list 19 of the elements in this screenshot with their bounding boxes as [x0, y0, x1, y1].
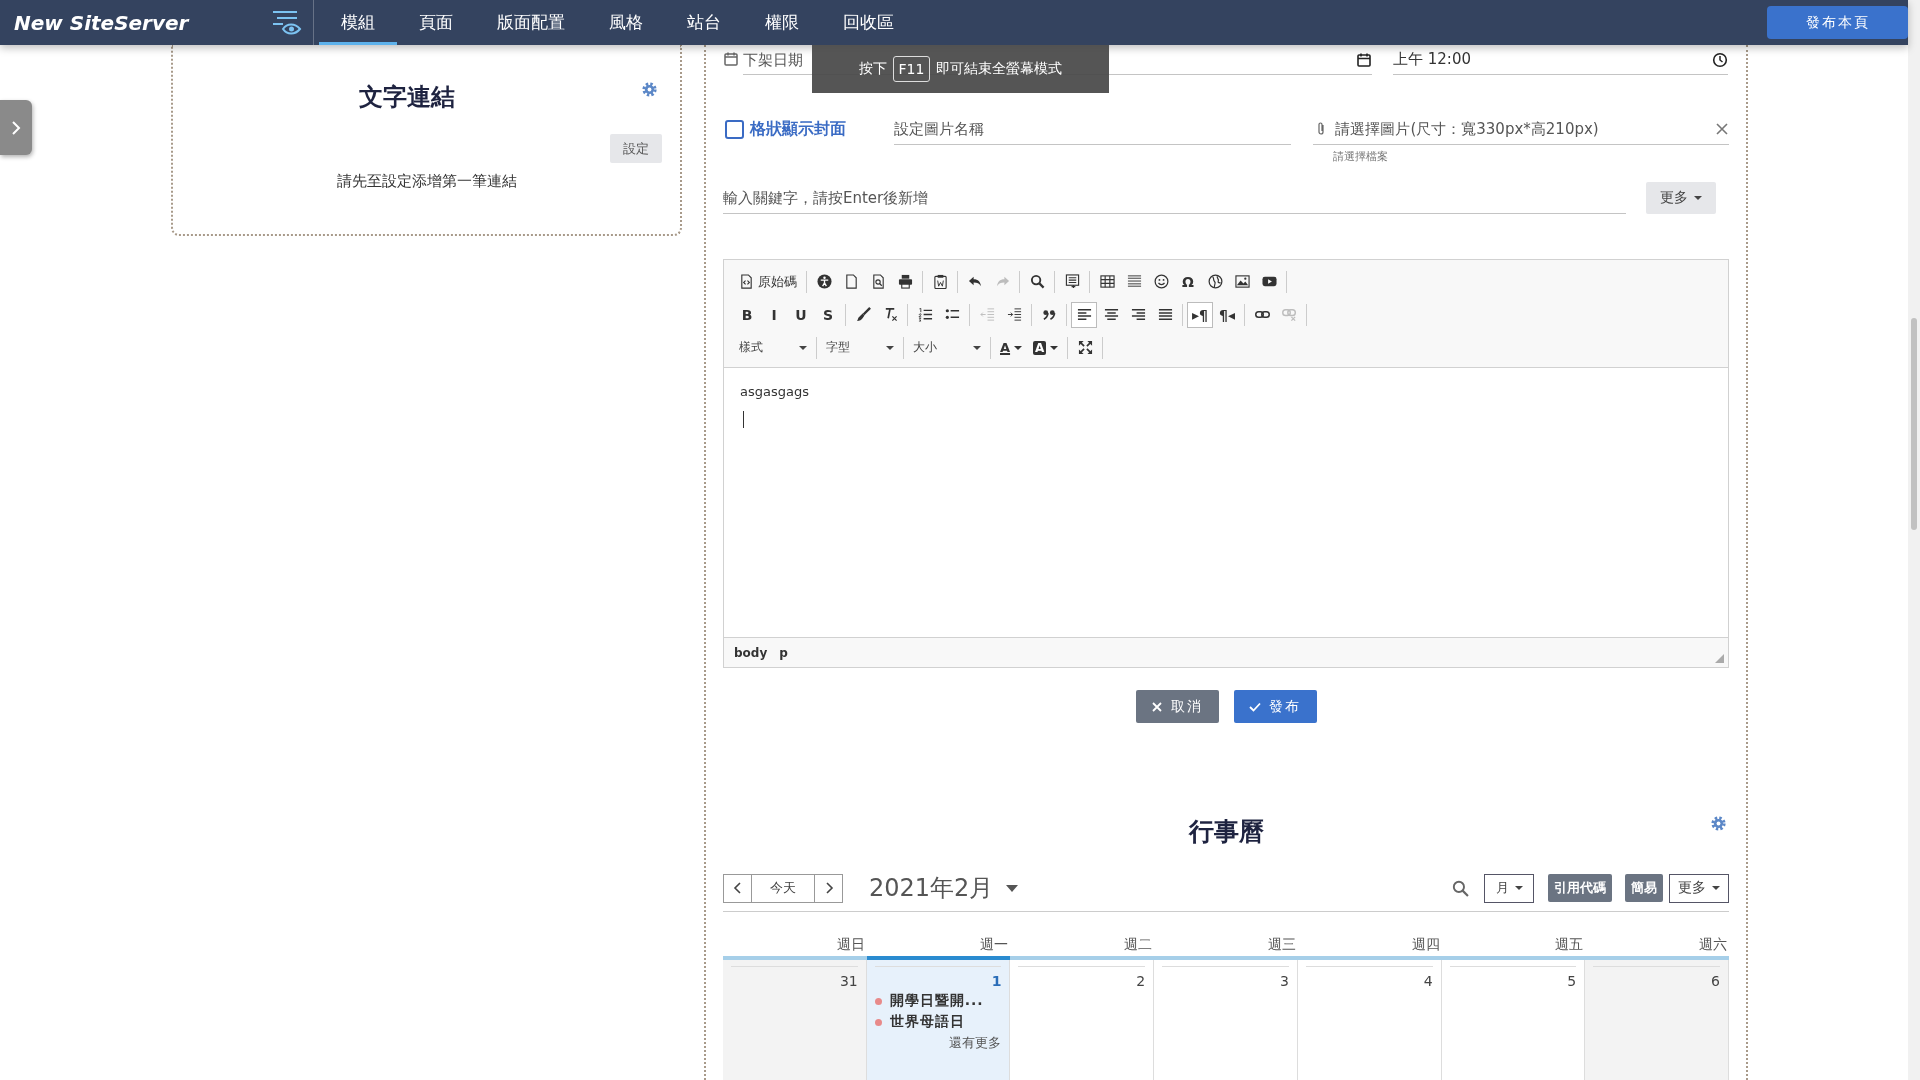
day-number: 2 [1018, 966, 1146, 989]
weekday-header: 週四 [1297, 936, 1442, 960]
day-number: 31 [731, 966, 858, 989]
weekday-header: 週五 [1441, 936, 1586, 960]
key-label: F11 [892, 56, 931, 82]
field-hint: 請選擇檔案 [1333, 149, 1390, 164]
day-number: 3 [1162, 966, 1289, 989]
day-number: 1 [874, 966, 1002, 989]
day-number: 6 [1593, 966, 1720, 989]
tooltip-text: 即可結束全螢幕模式 [936, 60, 1063, 78]
tooltip-text: 按下 [858, 60, 887, 78]
weekday-header: 週三 [1154, 936, 1298, 960]
empty-message: 請先至設定添增第一筆連結 [335, 172, 518, 191]
paragraph: asgasgags [740, 384, 810, 399]
day-number: 4 [1305, 966, 1433, 989]
calendar-title: 行事曆 [1188, 817, 1264, 846]
day-number: 5 [1449, 966, 1577, 989]
weekday-header: 週二 [1010, 936, 1155, 960]
card-title: 文字連結 [357, 82, 456, 113]
